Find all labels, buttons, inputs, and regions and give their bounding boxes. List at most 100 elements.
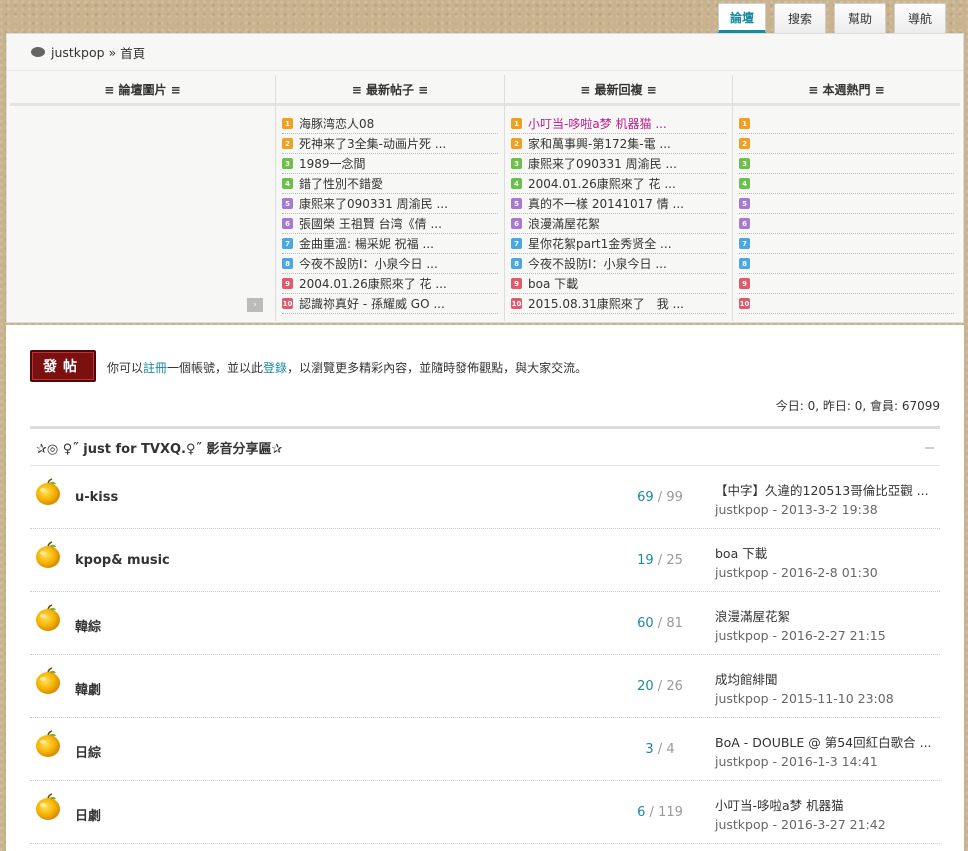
forum-counts: 69 / 99 [590,490,730,505]
last-post-meta[interactable]: justkpop - 2016-3-27 21:42 [715,815,940,834]
list-item[interactable]: 9 [739,274,954,294]
last-post-meta[interactable]: justkpop - 2015-11-10 23:08 [715,689,940,708]
last-post-title-link[interactable]: 浪漫滿屋花絮 [715,607,940,626]
post-title-link[interactable]: 家和萬事興-第172集-電 ... [528,135,671,152]
rank-badge: 3 [739,158,750,169]
forum-apple-icon[interactable] [34,478,62,506]
list-item[interactable]: 3 1989一念間 [282,154,498,174]
forum-apple-icon[interactable] [34,667,62,695]
new-post-button[interactable]: 發帖 [30,350,96,382]
next-image-button[interactable]: › [247,298,263,312]
last-post: 小叮当-哆啦a梦 机器猫 justkpop - 2016-3-27 21:42 [715,796,940,834]
weekly-hot-column: ≡ 本週熱門 ≡ 1 2 3 4 5 6 7 8 9 10 [733,75,960,321]
last-post-meta[interactable]: justkpop - 2013-3-2 19:38 [715,500,940,519]
forum-apple-icon[interactable] [34,793,62,821]
post-title-link[interactable]: 認識祢真好 - 孫耀威 GO ... [299,295,445,312]
forum-apple-icon[interactable] [34,541,62,569]
post-title-link[interactable]: 2004.01.26康熙來了 花 ... [528,175,676,192]
post-title-link[interactable]: 2004.01.26康熙來了 花 ... [299,275,447,292]
list-item[interactable]: 7 星你花絮part1金秀贤全 ... [511,234,726,254]
list-item[interactable]: 6 [739,214,954,234]
newest-posts-header: ≡ 最新帖子 ≡ [276,75,504,106]
post-title-link[interactable]: 2015.08.31康熙來了 我 ... [528,295,684,312]
list-item[interactable]: 8 今夜不設防I：小泉今日 ... [282,254,498,274]
rank-badge: 2 [282,138,293,149]
post-title-link[interactable]: 錯了性別不錯愛 [299,175,383,192]
list-item[interactable]: 10 2015.08.31康熙來了 我 ... [511,294,726,314]
section-title[interactable]: ✰◎ ♀˝ just for TVXQ.♀˝ 影音分享匾✰ [36,438,282,457]
list-item[interactable]: 1 小叮当-哆啦a梦 机器猫 ... [511,114,726,134]
rank-badge: 8 [282,258,293,269]
last-post-meta[interactable]: justkpop - 2016-2-27 21:15 [715,626,940,645]
forum-name-link[interactable]: 日綜 [75,742,101,761]
last-post-title-link[interactable]: boa 下載 [715,544,940,563]
list-item[interactable]: 9 boa 下載 [511,274,726,294]
post-title-link[interactable]: 金曲重溫: 楊采妮 祝福 ... [299,235,434,252]
rank-badge: 5 [511,198,522,209]
forum-name-link[interactable]: u-kiss [75,490,118,505]
list-item[interactable]: 3 康熙来了090331 周渝民 ... [511,154,726,174]
tab-nav[interactable]: 導航 [894,3,946,33]
list-item[interactable]: 1 [739,114,954,134]
list-item[interactable]: 1 海豚湾恋人08 [282,114,498,134]
last-post-meta[interactable]: justkpop - 2016-1-3 14:41 [715,752,940,771]
latest-replies-header: ≡ 最新回複 ≡ [505,75,732,106]
list-item[interactable]: 2 家和萬事興-第172集-電 ... [511,134,726,154]
forum-name-link[interactable]: 韓綜 [75,616,101,635]
post-title-link[interactable]: 康熙来了090331 周渝民 ... [528,155,677,172]
tab-forum[interactable]: 論壇 [718,3,766,33]
list-item[interactable]: 6 浪漫滿屋花絮 [511,214,726,234]
thread-count: 3 [645,742,654,757]
register-link[interactable]: 註冊 [143,361,167,375]
list-item[interactable]: 8 今夜不設防I：小泉今日 ... [511,254,726,274]
list-item[interactable]: 9 2004.01.26康熙來了 花 ... [282,274,498,294]
forum-name-link[interactable]: kpop& music [75,553,170,568]
post-title-link[interactable]: 1989一念間 [299,155,366,172]
login-link[interactable]: 登錄 [263,361,287,375]
forum-name-link[interactable]: 韓劇 [75,679,101,698]
list-item[interactable]: 4 [739,174,954,194]
list-item[interactable]: 5 康熙来了090331 周渝民 ... [282,194,498,214]
last-post-title-link[interactable]: 【中字】久違的120513哥倫比亞觀 ... [715,481,940,500]
rank-badge: 9 [739,278,750,289]
post-title-link[interactable]: boa 下載 [528,275,578,292]
forum-apple-icon[interactable] [34,730,62,758]
post-title-link[interactable]: 今夜不設防I：小泉今日 ... [528,255,667,272]
list-item[interactable]: 10 [739,294,954,314]
last-post-title-link[interactable]: 成均館緋聞 [715,670,940,689]
post-title-link[interactable]: 小叮当-哆啦a梦 机器猫 ... [528,115,667,132]
list-item[interactable]: 5 真的不一樣 20141017 情 ... [511,194,726,214]
post-title-link[interactable]: 今夜不設防I：小泉今日 ... [299,255,438,272]
post-title-link[interactable]: 真的不一樣 20141017 情 ... [528,195,684,212]
breadcrumb-home[interactable]: 首頁 [120,43,145,62]
last-post-title-link[interactable]: BoA - DOUBLE @ 第54回紅白歌合 ... [715,733,940,752]
list-item[interactable]: 2 死神来了3全集-动画片死 ... [282,134,498,154]
list-item[interactable]: 4 錯了性別不錯愛 [282,174,498,194]
post-title-link[interactable]: 浪漫滿屋花絮 [528,215,600,232]
list-item[interactable]: 10 認識祢真好 - 孫耀威 GO ... [282,294,498,314]
list-item[interactable]: 7 金曲重溫: 楊采妮 祝福 ... [282,234,498,254]
breadcrumb-site[interactable]: justkpop [51,45,105,60]
last-post-meta[interactable]: justkpop - 2016-2-8 01:30 [715,563,940,582]
thread-count: 69 [637,490,654,505]
forum-name-link[interactable]: 日劇 [75,805,101,824]
post-title-link[interactable]: 康熙来了090331 周渝民 ... [299,195,448,212]
post-title-link[interactable]: 張國榮 王祖賢 台湾《倩 ... [299,215,442,232]
last-post-title-link[interactable]: 小叮当-哆啦a梦 机器猫 [715,796,940,815]
list-item[interactable]: 7 [739,234,954,254]
post-title-link[interactable]: 海豚湾恋人08 [299,115,374,132]
list-item[interactable]: 4 2004.01.26康熙來了 花 ... [511,174,726,194]
forum-apple-icon[interactable] [34,604,62,632]
collapse-icon[interactable] [925,447,934,449]
post-title-link[interactable]: 死神来了3全集-动画片死 ... [299,135,446,152]
list-item[interactable]: 2 [739,134,954,154]
list-item[interactable]: 8 [739,254,954,274]
section-header[interactable]: ✰◎ ♀˝ just for TVXQ.♀˝ 影音分享匾✰ [30,426,940,466]
tab-help[interactable]: 幫助 [834,3,886,33]
list-item[interactable]: 6 張國榮 王祖賢 台湾《倩 ... [282,214,498,234]
post-title-link[interactable]: 星你花絮part1金秀贤全 ... [528,235,672,252]
tab-search[interactable]: 搜索 [774,3,826,33]
list-item[interactable]: 3 [739,154,954,174]
list-item[interactable]: 5 [739,194,954,214]
rank-badge: 1 [511,118,522,129]
